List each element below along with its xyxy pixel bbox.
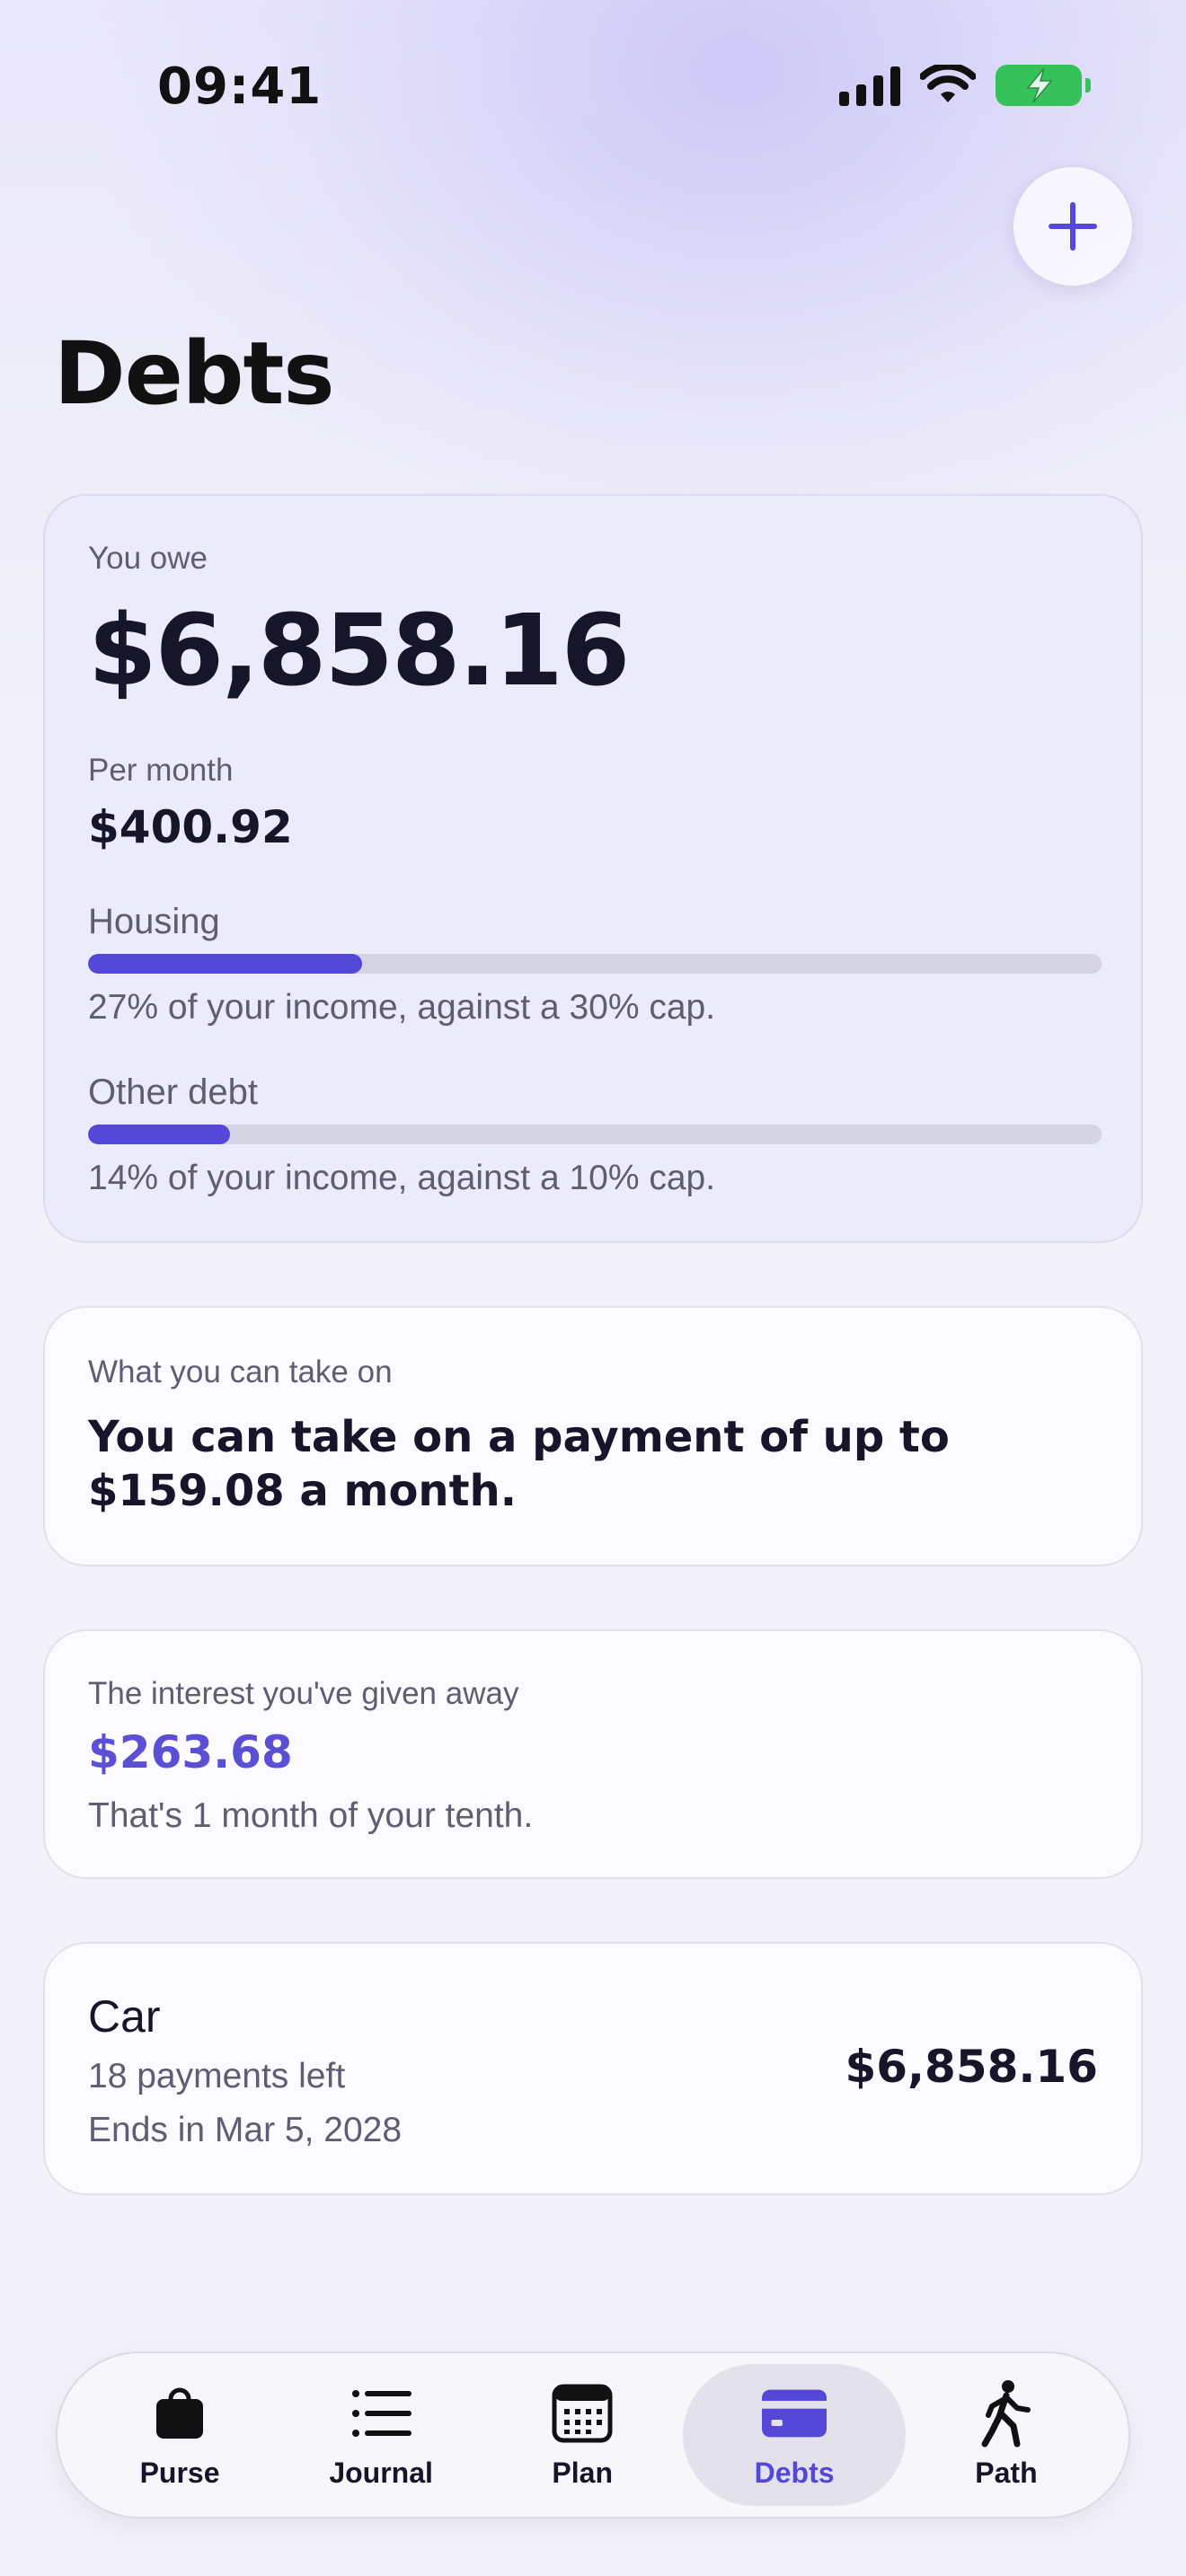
tab-label: Plan: [552, 2456, 613, 2489]
tab-label: Debts: [754, 2456, 835, 2489]
tab-purse[interactable]: Purse: [79, 2364, 280, 2506]
other-debt-label: Other debt: [88, 1072, 259, 1112]
tab-label: Journal: [329, 2456, 433, 2489]
interest-card[interactable]: The interest you've given away $263.68 T…: [43, 1629, 1143, 1879]
capacity-card[interactable]: What you can take on You can take on a p…: [43, 1306, 1143, 1566]
housing-label: Housing: [88, 902, 220, 941]
housing-note: 27% of your income, against a 30% cap.: [88, 988, 716, 1027]
page-title: Debts: [54, 323, 335, 424]
interest-title: The interest you've given away: [88, 1676, 519, 1711]
other-debt-note: 14% of your income, against a 10% cap.: [88, 1159, 716, 1197]
calendar-icon: [550, 2381, 615, 2446]
charging-bolt-icon: [1026, 67, 1053, 103]
loan-end-date: Ends in Mar 5, 2028: [88, 2111, 403, 2149]
status-icons: [839, 65, 1091, 106]
capacity-title: What you can take on: [88, 1354, 393, 1389]
tab-plan[interactable]: Plan: [482, 2364, 683, 2506]
credit-card-icon: [762, 2381, 828, 2446]
battery-icon: [996, 65, 1091, 106]
status-time: 09:41: [157, 57, 323, 116]
per-month-amount: $400.92: [88, 801, 293, 853]
tab-label: Path: [975, 2456, 1038, 2489]
interest-amount: $263.68: [88, 1726, 293, 1778]
tab-bar: Purse Journal Plan Debts Path: [56, 2351, 1130, 2519]
per-month-label: Per month: [88, 753, 234, 788]
owe-amount: $6,858.16: [88, 593, 630, 708]
list-icon: [349, 2381, 413, 2446]
add-debt-button[interactable]: [1012, 165, 1134, 287]
bag-icon: [147, 2381, 212, 2446]
loan-amount: $6,858.16: [845, 2041, 1098, 2093]
cellular-signal-icon: [839, 65, 900, 106]
loan-name: Car: [88, 1991, 161, 2042]
debt-summary-card: You owe $6,858.16 Per month $400.92 Hous…: [43, 494, 1143, 1243]
tab-journal[interactable]: Journal: [280, 2364, 482, 2506]
walking-person-icon: [974, 2379, 1039, 2447]
housing-progress-fill: [88, 954, 362, 974]
tab-label: Purse: [139, 2456, 220, 2489]
wifi-icon: [920, 65, 976, 102]
interest-note: That's 1 month of your tenth.: [88, 1796, 534, 1835]
tab-debts[interactable]: Debts: [683, 2364, 906, 2506]
capacity-text: You can take on a payment of up to $159.…: [88, 1412, 950, 1516]
other-debt-progress-fill: [88, 1125, 230, 1144]
other-debt-progress-track: [88, 1125, 1102, 1144]
status-bar: 09:41: [0, 0, 1186, 171]
housing-progress-track: [88, 954, 1102, 974]
owe-label: You owe: [88, 541, 208, 576]
tab-path[interactable]: Path: [906, 2364, 1107, 2506]
loan-card-car[interactable]: Car 18 payments left Ends in Mar 5, 2028…: [43, 1942, 1143, 2195]
plus-icon: [1049, 202, 1097, 251]
loan-payments-left: 18 payments left: [88, 2057, 346, 2095]
